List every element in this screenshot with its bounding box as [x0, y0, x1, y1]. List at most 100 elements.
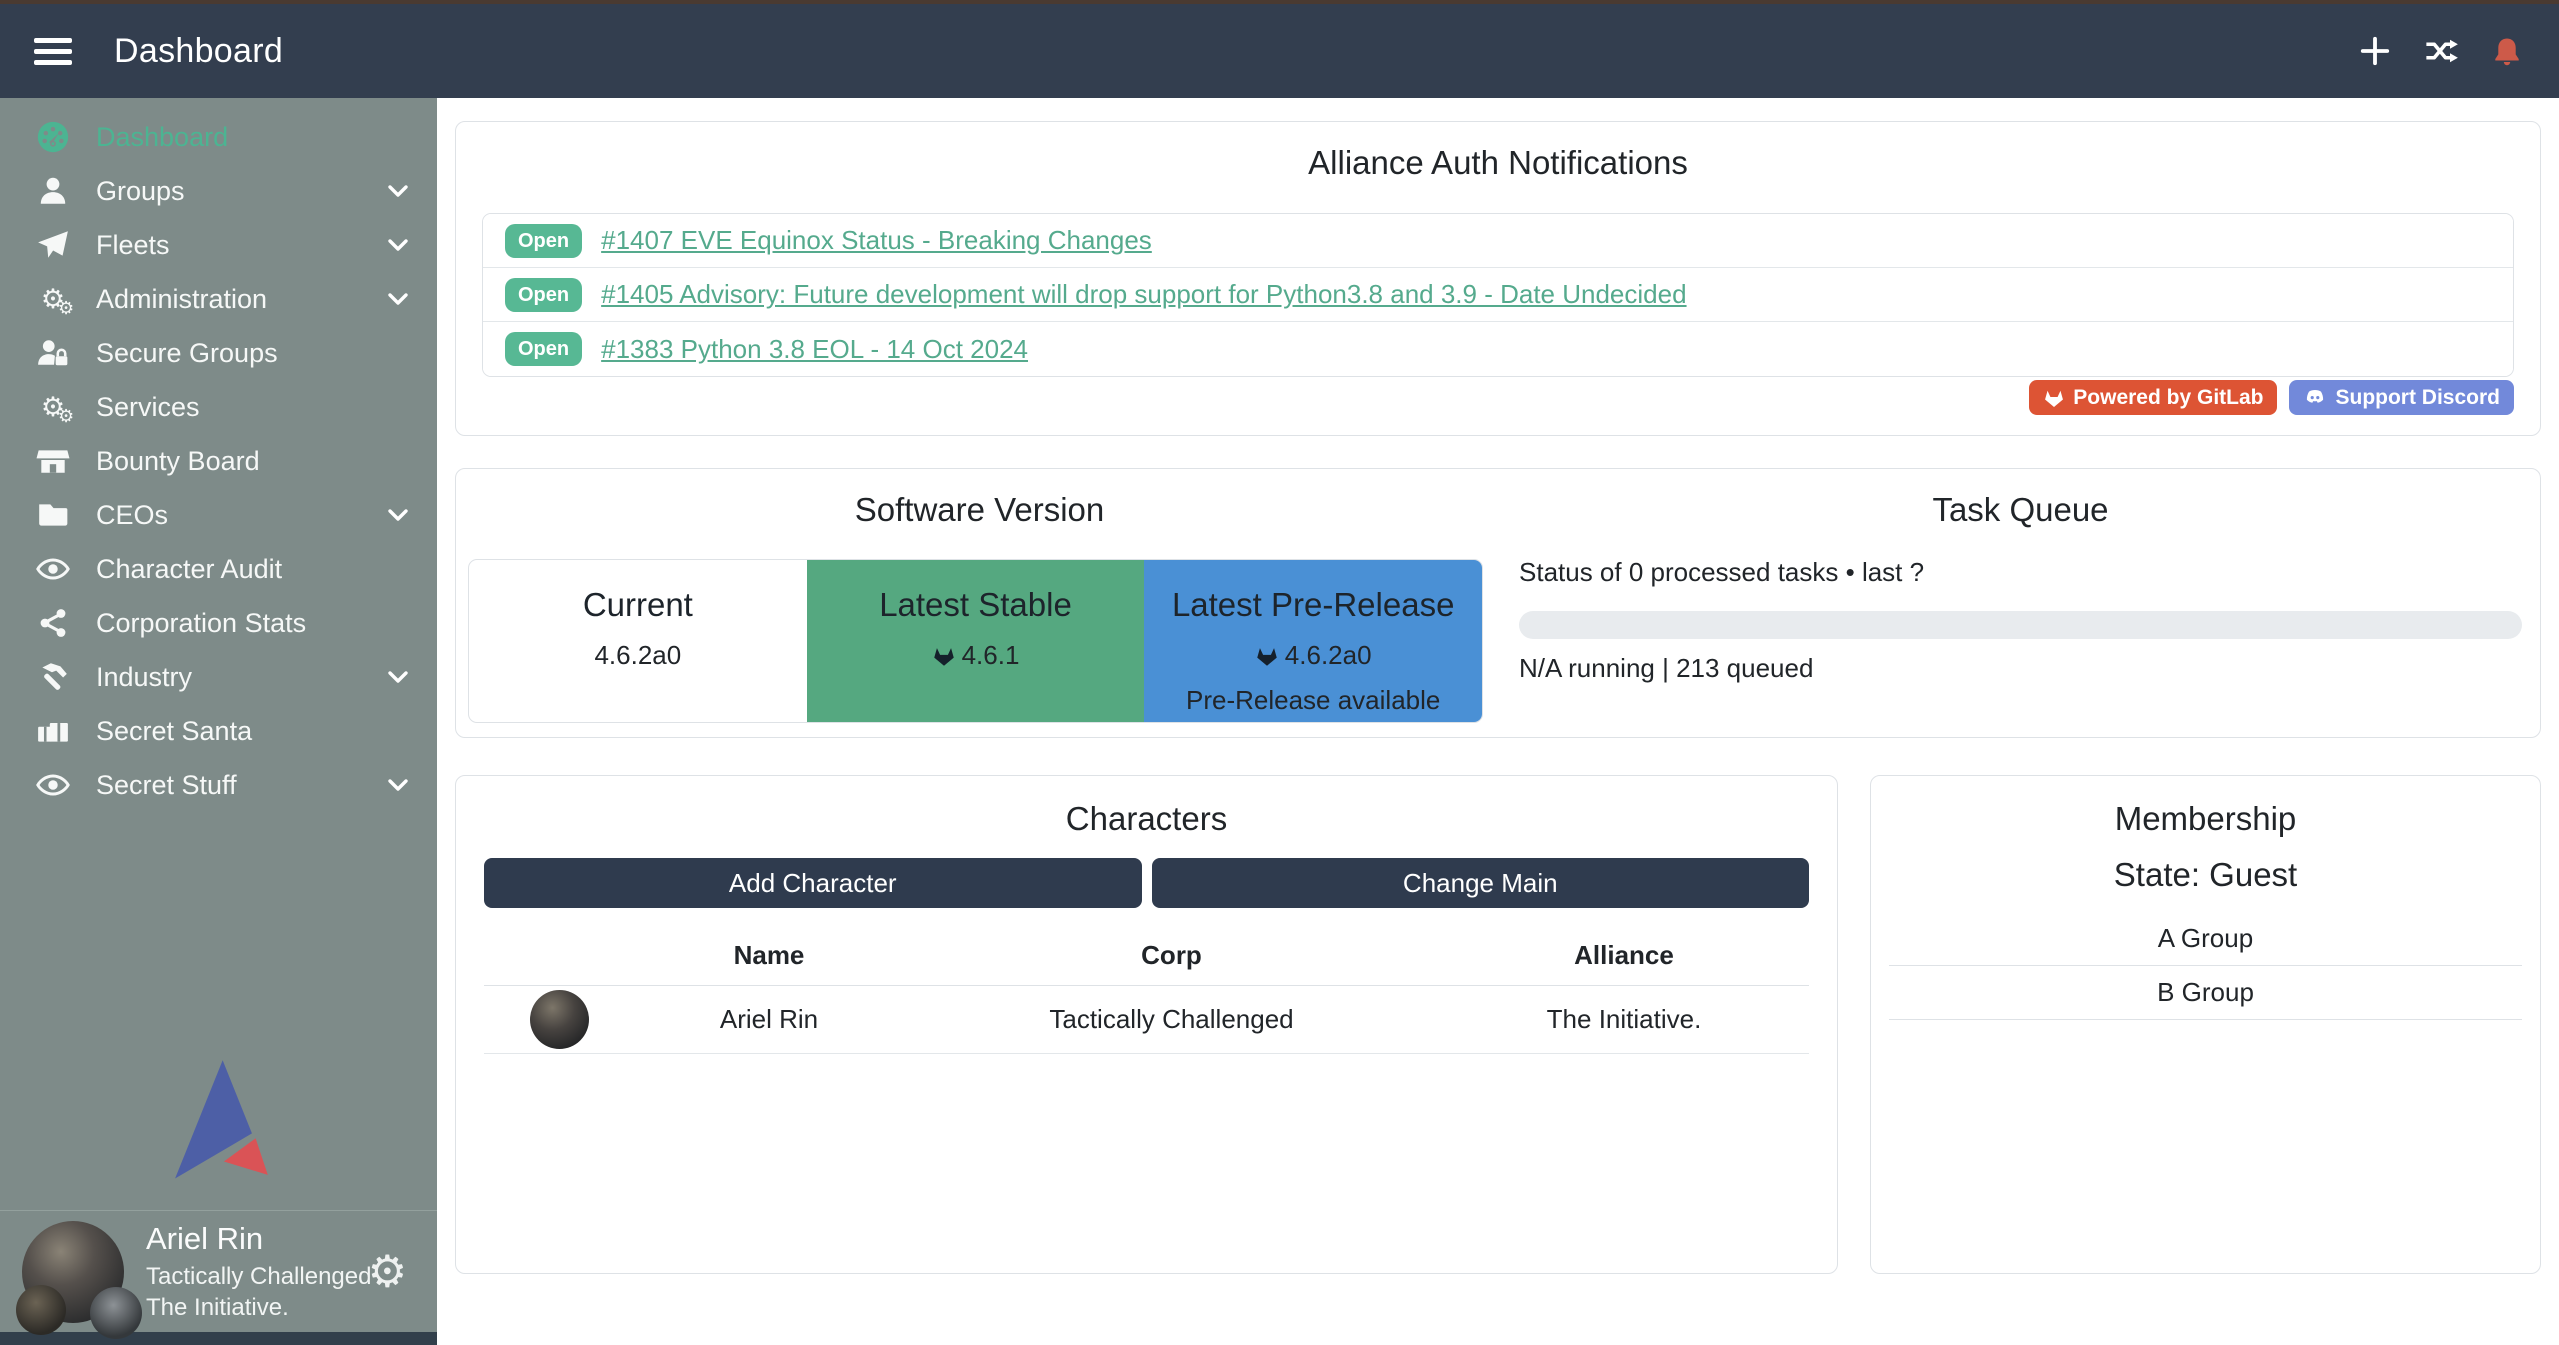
characters-panel: Characters Add Character Change Main Nam… [455, 775, 1838, 1274]
chevron-down-icon [385, 502, 411, 528]
status-badge: Open [505, 278, 582, 312]
version-stable-cell: Latest Stable 4.6.1 [807, 560, 1145, 722]
sidebar-item-ceos[interactable]: CEOs [0, 488, 437, 542]
software-version-section: Software Version Current 4.6.2a0 Latest … [456, 469, 1503, 737]
share-nodes-icon [30, 607, 76, 639]
chevron-down-icon [385, 232, 411, 258]
chevron-down-icon [385, 664, 411, 690]
change-main-button[interactable]: Change Main [1152, 858, 1810, 908]
menu-toggle-icon[interactable] [34, 32, 74, 71]
status-badge: Open [505, 224, 582, 258]
version-current-value: 4.6.2a0 [594, 640, 681, 671]
membership-state: State: Guest [1887, 856, 2524, 894]
sidebar-item-label: CEOs [96, 500, 168, 531]
sidebar-item-character-audit[interactable]: Character Audit [0, 542, 437, 596]
sidebar-item-label: Bounty Board [96, 446, 260, 477]
gitlab-icon [2043, 387, 2065, 409]
sidebar-item-corporation-stats[interactable]: Corporation Stats [0, 596, 437, 650]
version-current-cell: Current 4.6.2a0 [469, 560, 807, 722]
sidebar-item-services[interactable]: ⚙⚙ Services [0, 380, 437, 434]
version-box: Current 4.6.2a0 Latest Stable 4.6.1 Late… [468, 559, 1483, 723]
chevron-down-icon [385, 772, 411, 798]
user-name: Ariel Rin [146, 1221, 371, 1257]
notification-row: Open #1407 EVE Equinox Status - Breaking… [483, 214, 2513, 268]
alliance-logo-badge [90, 1287, 142, 1339]
bell-icon[interactable] [2489, 33, 2525, 69]
sidebar-item-label: Secret Stuff [96, 770, 237, 801]
top-navbar: Dashboard [0, 4, 2559, 98]
sidebar-item-label: Industry [96, 662, 192, 693]
user-corp: Tactically Challenged [146, 1263, 371, 1291]
corp-logo-badge [16, 1285, 66, 1335]
sidebar-item-fleets[interactable]: Fleets [0, 218, 437, 272]
badge-label: Powered by GitLab [2073, 386, 2263, 410]
name-column-header: Name [634, 928, 904, 986]
add-character-button[interactable]: Add Character [484, 858, 1142, 908]
characters-title: Characters [484, 800, 1809, 838]
alliance-auth-logo [0, 1056, 437, 1184]
support-discord-badge[interactable]: Support Discord [2289, 380, 2514, 415]
sidebar-bottom-strip [0, 1332, 437, 1345]
version-prerelease-value: 4.6.2a0 [1285, 640, 1372, 671]
version-taskqueue-panel: Software Version Current 4.6.2a0 Latest … [455, 468, 2541, 738]
list-item: B Group [1889, 966, 2522, 1020]
store-icon [30, 444, 76, 478]
gear-icon[interactable]: ⚙ [368, 1246, 407, 1297]
user-alliance: The Initiative. [146, 1294, 371, 1322]
user-icon [30, 174, 76, 208]
user-lock-icon [30, 336, 76, 370]
notification-link[interactable]: #1383 Python 3.8 EOL - 14 Oct 2024 [601, 334, 1028, 365]
sidebar-item-industry[interactable]: Industry [0, 650, 437, 704]
sidebar-item-secret-stuff[interactable]: Secret Stuff [0, 758, 437, 812]
gauge-icon [30, 119, 76, 155]
sidebar-item-label: Secret Santa [96, 716, 252, 747]
version-current-label: Current [469, 586, 807, 624]
discord-icon [2303, 386, 2327, 410]
task-queue-counts: N/A running | 213 queued [1519, 653, 2522, 684]
gifts-icon [30, 714, 76, 748]
membership-title: Membership [1887, 800, 2524, 838]
prerelease-note: Pre-Release available [1144, 685, 1482, 716]
gears-icon: ⚙⚙ [30, 286, 76, 313]
gitlab-icon [1255, 644, 1279, 668]
main-content: Alliance Auth Notifications Open #1407 E… [437, 98, 2559, 1345]
gitlab-icon [932, 644, 956, 668]
sidebar-item-label: Groups [96, 176, 185, 207]
powered-by-gitlab-badge[interactable]: Powered by GitLab [2029, 380, 2277, 415]
sidebar-item-secure-groups[interactable]: Secure Groups [0, 326, 437, 380]
sidebar-item-dashboard[interactable]: Dashboard [0, 110, 437, 164]
character-portrait [530, 990, 589, 1049]
character-name-cell: Ariel Rin [634, 986, 904, 1054]
sidebar-item-secret-santa[interactable]: Secret Santa [0, 704, 437, 758]
character-corp-cell: Tactically Challenged [904, 986, 1439, 1054]
notifications-title: Alliance Auth Notifications [482, 144, 2514, 182]
notification-link[interactable]: #1405 Advisory: Future development will … [601, 279, 1686, 310]
software-version-title: Software Version [456, 491, 1503, 529]
sidebar-item-bounty-board[interactable]: Bounty Board [0, 434, 437, 488]
version-prerelease-cell: Latest Pre-Release 4.6.2a0 Pre-Release a… [1144, 560, 1482, 722]
sidebar-menu: Dashboard Groups Fleets [0, 98, 437, 812]
version-stable-label: Latest Stable [807, 586, 1145, 624]
hammer-icon [30, 660, 76, 694]
eye-icon [30, 767, 76, 803]
sidebar-user-panel: Ariel Rin Tactically Challenged The Init… [0, 1210, 437, 1332]
sidebar-item-groups[interactable]: Groups [0, 164, 437, 218]
sidebar-item-administration[interactable]: ⚙⚙ Administration [0, 272, 437, 326]
character-alliance-cell: The Initiative. [1439, 986, 1809, 1054]
status-badge: Open [505, 332, 582, 366]
shuffle-icon[interactable] [2423, 33, 2459, 69]
task-queue-section: Task Queue Status of 0 processed tasks •… [1503, 469, 2540, 737]
sidebar-item-label: Dashboard [96, 122, 228, 153]
sidebar-item-label: Fleets [96, 230, 170, 261]
user-avatar [22, 1221, 124, 1323]
task-queue-progressbar [1519, 611, 2522, 639]
sidebar-item-label: Administration [96, 284, 267, 315]
task-queue-status: Status of 0 processed tasks • last ? [1519, 557, 2522, 588]
portrait-column-header [484, 928, 634, 986]
notification-link[interactable]: #1407 EVE Equinox Status - Breaking Chan… [601, 225, 1152, 256]
eye-icon [30, 551, 76, 587]
plus-icon[interactable] [2357, 33, 2393, 69]
notification-row: Open #1383 Python 3.8 EOL - 14 Oct 2024 [483, 322, 2513, 376]
list-item: A Group [1889, 912, 2522, 966]
notifications-panel: Alliance Auth Notifications Open #1407 E… [455, 121, 2541, 436]
